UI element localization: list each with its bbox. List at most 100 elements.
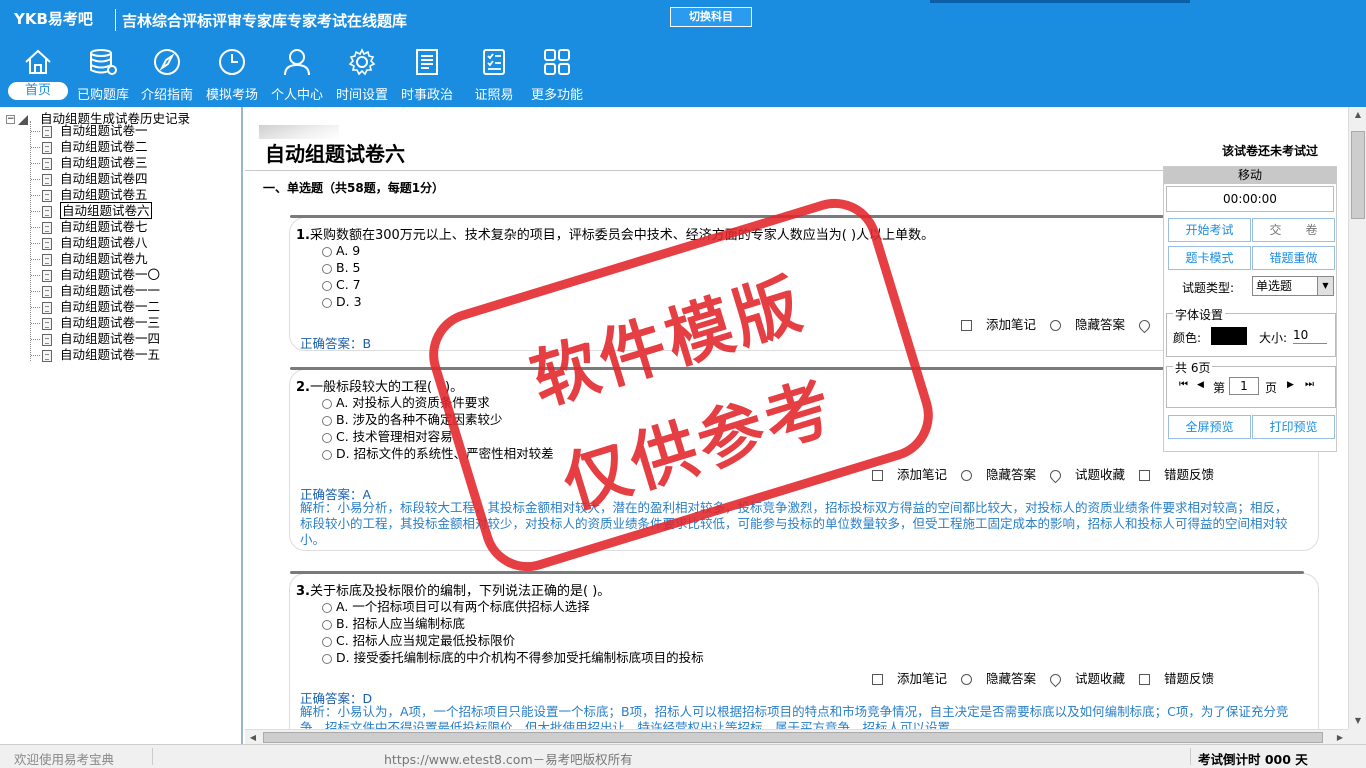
- tree-item[interactable]: 自动组题试卷一二: [31, 299, 160, 315]
- radio-icon[interactable]: [322, 636, 332, 647]
- vertical-scrollbar[interactable]: ▲ ▼: [1348, 107, 1366, 729]
- tree-item-selected[interactable]: 自动组题试卷六: [31, 202, 152, 219]
- paper-status: 该试卷还未考试过: [1222, 144, 1319, 158]
- nav-profile[interactable]: 个人中心: [266, 48, 328, 104]
- tree-item[interactable]: 自动组题试卷一〇: [31, 267, 160, 283]
- redo-wrong-button[interactable]: 错题重做: [1252, 246, 1335, 270]
- move-handle[interactable]: 移动: [1164, 167, 1336, 184]
- checklist-icon: [483, 49, 505, 75]
- next-page-icon[interactable]: ▶: [1287, 380, 1294, 390]
- window-top-edge: [930, 0, 1190, 3]
- option-d[interactable]: D. 3: [322, 294, 362, 309]
- nav-certificates[interactable]: 证照易: [463, 48, 525, 104]
- tree-item[interactable]: 自动组题试卷一五: [31, 347, 160, 363]
- exam-timer: 00:00:00: [1166, 186, 1334, 212]
- chevron-down-icon[interactable]: ▼: [1317, 277, 1333, 295]
- nav-more[interactable]: 更多功能: [526, 48, 588, 104]
- radio-icon[interactable]: [322, 398, 332, 409]
- favorite-button[interactable]: 试题收藏: [1047, 467, 1125, 484]
- nav-current-affairs[interactable]: 时事政治: [396, 48, 458, 104]
- tree-item[interactable]: 自动组题试卷五: [31, 187, 148, 203]
- radio-icon[interactable]: [322, 619, 332, 630]
- nav-home[interactable]: 首页: [8, 48, 68, 104]
- option-d[interactable]: D. 招标文件的系统性、严密性相对较差: [322, 443, 554, 462]
- card-mode-button[interactable]: 题卡模式: [1168, 246, 1251, 270]
- folder-icon: [18, 114, 28, 125]
- option-a[interactable]: A. 9: [322, 243, 360, 258]
- font-color-swatch[interactable]: [1211, 327, 1247, 345]
- question-text: 1.采购数额在300万元以上、技术复杂的项目，评标委员会中技术、经济方面的专家人…: [296, 228, 935, 243]
- answer-analysis: 解析：小易分析，标段较大工程，其投标金额相对较大，潜在的盈利相对较多，投标竞争激…: [300, 500, 1288, 547]
- document-icon: [42, 237, 52, 250]
- tree-item[interactable]: 自动组题试卷七: [31, 219, 148, 235]
- report-error-button[interactable]: 错题反馈: [1138, 671, 1214, 686]
- radio-icon[interactable]: [322, 449, 332, 460]
- prev-page-icon[interactable]: ◀: [1197, 380, 1204, 390]
- tree-item[interactable]: 自动组题试卷四: [31, 171, 148, 187]
- first-page-icon[interactable]: ⏮: [1179, 379, 1188, 390]
- hide-answer-button[interactable]: 隐藏答案: [960, 671, 1036, 686]
- add-note-button[interactable]: 添加笔记: [871, 671, 947, 686]
- radio-icon[interactable]: [322, 602, 332, 613]
- favorite-button[interactable]: 试题收藏: [1047, 671, 1125, 688]
- collapse-icon[interactable]: −: [6, 115, 15, 124]
- scroll-up-icon[interactable]: ▲: [1349, 107, 1366, 123]
- font-size-input[interactable]: 10: [1293, 328, 1327, 344]
- page-suffix: 页: [1265, 381, 1278, 395]
- tree-item[interactable]: 自动组题试卷一三: [31, 315, 160, 331]
- radio-icon[interactable]: [322, 263, 332, 274]
- add-note-button[interactable]: 添加笔记: [960, 317, 1036, 332]
- scroll-right-icon[interactable]: ▶: [1332, 730, 1348, 745]
- radio-icon[interactable]: [322, 653, 332, 664]
- option-c[interactable]: C. 7: [322, 277, 361, 292]
- question-actions: 添加笔记 隐藏答案 试题收藏 错题反馈: [862, 668, 1214, 688]
- radio-icon[interactable]: [322, 415, 332, 426]
- document-icon: [42, 125, 52, 138]
- tree-root[interactable]: − 自动组题生成试卷历史记录: [6, 108, 190, 126]
- radio-icon[interactable]: [322, 432, 332, 443]
- grid-icon: [544, 49, 570, 75]
- switch-subject-button[interactable]: 切换科目: [670, 7, 752, 27]
- scroll-left-icon[interactable]: ◀: [245, 730, 261, 745]
- newspaper-icon: [416, 49, 438, 75]
- page-input[interactable]: 1: [1229, 377, 1259, 395]
- add-note-button[interactable]: 添加笔记: [871, 467, 947, 482]
- nav-label: 首页: [8, 82, 68, 100]
- font-color-label: 颜色:: [1173, 331, 1202, 345]
- report-error-button[interactable]: 错题反馈: [1138, 467, 1214, 482]
- horizontal-scrollbar[interactable]: ◀ ▶: [245, 729, 1348, 744]
- last-page-icon[interactable]: ⏭: [1305, 379, 1314, 390]
- question-type-label: 试题类型:: [1182, 281, 1235, 295]
- fullscreen-preview-button[interactable]: 全屏预览: [1168, 415, 1251, 439]
- hide-answer-button[interactable]: 隐藏答案: [1049, 317, 1125, 332]
- radio-icon[interactable]: [322, 246, 332, 257]
- radio-icon[interactable]: [322, 297, 332, 308]
- option-d[interactable]: D. 接受委托编制标底的中介机构不得参加受托编制标底项目的投标: [322, 647, 704, 666]
- tree-item[interactable]: 自动组题试卷三: [31, 155, 148, 171]
- scroll-down-icon[interactable]: ▼: [1349, 713, 1366, 729]
- tree-item[interactable]: 自动组题试卷一四: [31, 331, 160, 347]
- tree-item[interactable]: 自动组题试卷九: [31, 251, 148, 267]
- print-preview-button[interactable]: 打印预览: [1252, 415, 1335, 439]
- nav-time-settings[interactable]: 时间设置: [331, 48, 393, 104]
- tree-item[interactable]: 自动组题试卷一: [31, 123, 148, 139]
- option-b[interactable]: B. 5: [322, 260, 360, 275]
- pencil-icon: [871, 470, 883, 481]
- tree-item[interactable]: 自动组题试卷八: [31, 235, 148, 251]
- start-exam-button[interactable]: 开始考试: [1168, 218, 1251, 242]
- nav-label: 个人中心: [270, 88, 323, 103]
- question-type-select[interactable]: 单选题 ▼: [1252, 276, 1334, 296]
- gear-icon: [348, 48, 376, 76]
- nav-mock-exam[interactable]: 模拟考场: [201, 48, 263, 104]
- tree-item[interactable]: 自动组题试卷一一: [31, 283, 160, 299]
- page-prefix: 第: [1213, 381, 1226, 395]
- nav-guide[interactable]: 介绍指南: [136, 48, 198, 104]
- nav-purchased[interactable]: 已购题库: [72, 48, 134, 104]
- user-icon: [284, 49, 310, 76]
- radio-icon[interactable]: [322, 280, 332, 291]
- hide-answer-button[interactable]: 隐藏答案: [960, 467, 1036, 482]
- tree-item[interactable]: 自动组题试卷二: [31, 139, 148, 155]
- scroll-thumb[interactable]: [1351, 131, 1365, 219]
- submit-button[interactable]: 交 卷: [1252, 218, 1335, 242]
- scroll-thumb[interactable]: [263, 732, 1323, 743]
